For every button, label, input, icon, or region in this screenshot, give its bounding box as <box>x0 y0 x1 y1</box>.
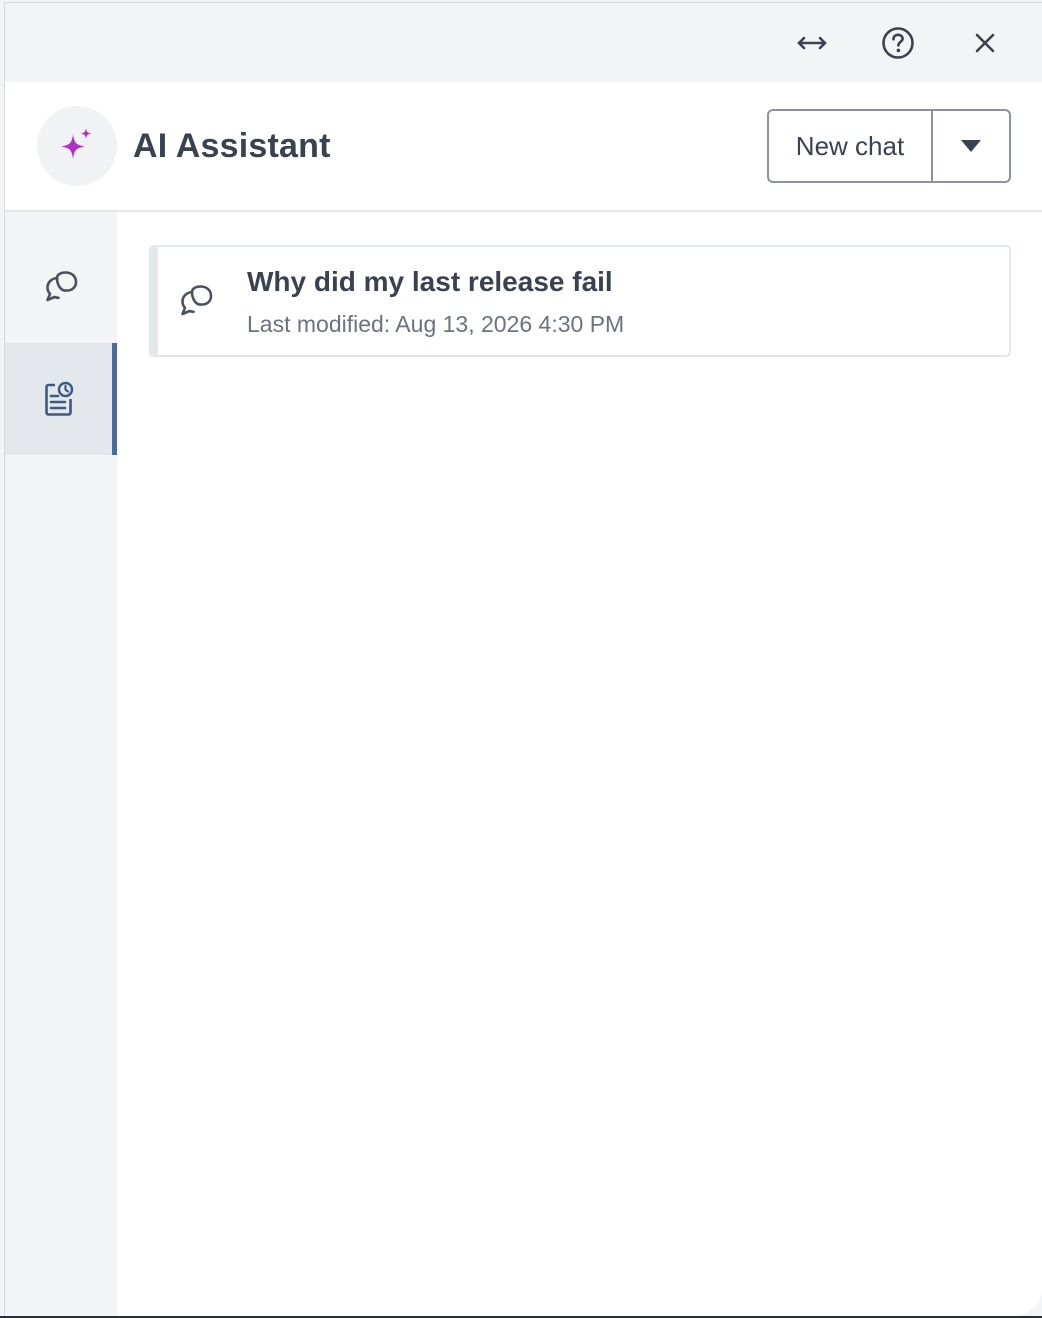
assistant-panel: AI Assistant New chat Why did my last re… <box>4 2 1042 1316</box>
chat-title: Why did my last release fail <box>247 266 613 297</box>
list-item[interactable]: Why did my last release fail Last modifi… <box>149 245 1011 357</box>
new-chat-split-button: New chat <box>767 109 1011 183</box>
assistant-logo <box>37 106 117 186</box>
close-icon <box>975 33 995 53</box>
page-title: AI Assistant <box>133 127 331 165</box>
chat-history-list: Why did my last release fail Last modifi… <box>117 212 1042 1316</box>
help-circle-icon <box>882 27 914 59</box>
chat-bubbles-icon <box>181 285 213 316</box>
side-nav <box>5 212 117 1316</box>
new-chat-dropdown-button[interactable] <box>933 111 1009 181</box>
sidenav-item-history[interactable] <box>5 343 117 455</box>
sidenav-item-chat[interactable] <box>5 231 117 343</box>
list-item-icon <box>176 281 216 321</box>
assistant-window: AI Assistant New chat Why did my last re… <box>0 0 1042 1318</box>
panel-header: AI Assistant New chat <box>5 82 1042 212</box>
help-button[interactable] <box>876 21 920 65</box>
panel-toolbar <box>5 3 1042 82</box>
sparkle-icon <box>61 128 92 159</box>
new-chat-button[interactable]: New chat <box>769 111 933 181</box>
resize-horizontal-icon <box>797 36 827 50</box>
chat-history-icon <box>44 381 73 416</box>
caret-down-icon <box>961 140 981 152</box>
chat-bubbles-icon <box>46 271 78 302</box>
chat-last-modified: Last modified: Aug 13, 2026 4:30 PM <box>247 311 625 337</box>
close-button[interactable] <box>963 21 1007 65</box>
resize-button[interactable] <box>790 21 834 65</box>
